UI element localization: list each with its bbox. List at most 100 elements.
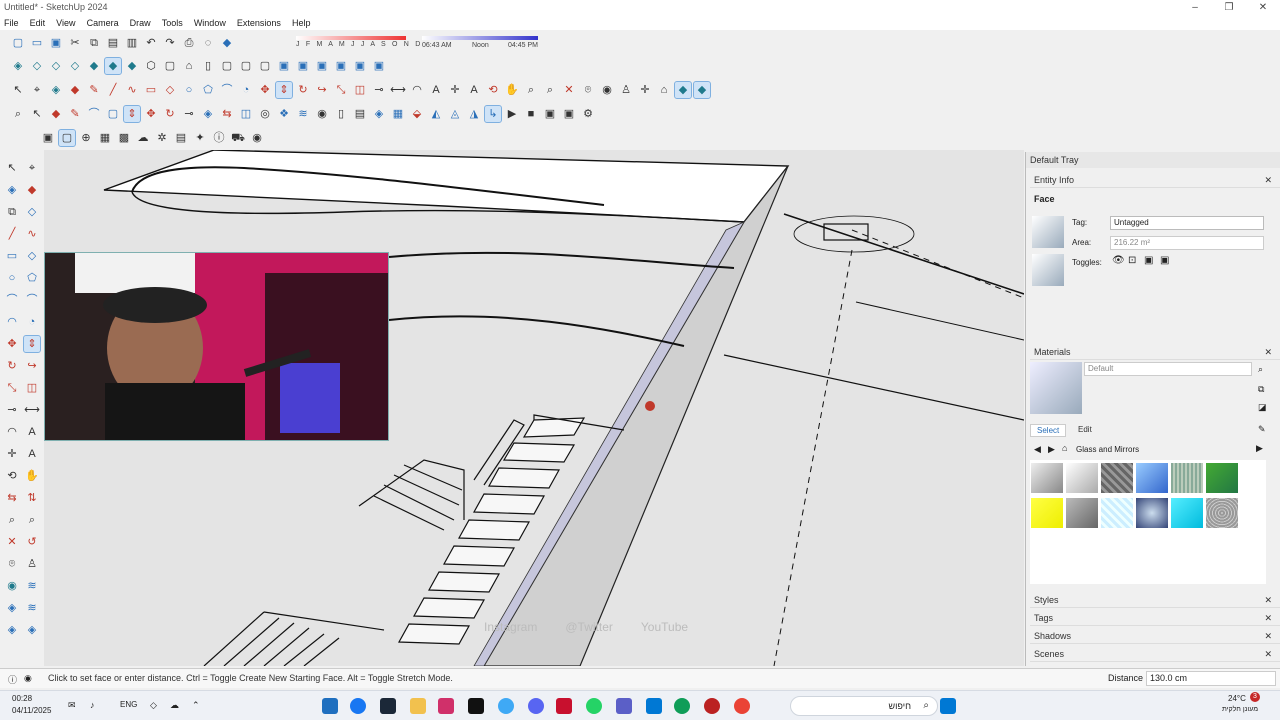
v-rotrect-icon[interactable]: ◇ [24, 248, 40, 264]
back-nav-icon[interactable]: ◀ [1034, 444, 1041, 455]
info-icon[interactable]: ⓘ [211, 130, 227, 146]
material-swatch[interactable] [1171, 463, 1203, 493]
v-dim-icon[interactable]: ⟷ [24, 402, 40, 418]
close-icon[interactable]: ✕ [1264, 344, 1272, 360]
pie-icon[interactable]: ◔ [238, 82, 254, 98]
help-icon[interactable]: ◉ [24, 673, 32, 684]
v-flip-icon[interactable]: ⇆ [4, 490, 20, 506]
select-tool-icon[interactable]: ↖ [29, 106, 45, 122]
component-box-icon[interactable]: ▣ [40, 130, 56, 146]
scale-icon[interactable]: ⤡ [333, 82, 349, 98]
protractor-icon[interactable]: ◠ [409, 82, 425, 98]
monochrome-icon[interactable]: ◆ [124, 58, 140, 74]
v-polygon-icon[interactable]: ⬠ [24, 270, 40, 286]
position-camera-icon[interactable]: ⌾ [580, 82, 596, 98]
settings-gear-icon[interactable]: ⚙ [580, 106, 596, 122]
follow-me-icon[interactable]: ↪ [314, 82, 330, 98]
teams-icon[interactable] [616, 698, 632, 714]
rotated-rectangle-icon[interactable]: ◇ [162, 82, 178, 98]
v-lasso-icon[interactable]: ⌖ [24, 160, 40, 176]
tags-panel-header[interactable]: Tags ✕ [1030, 610, 1280, 626]
zoom-icon[interactable]: ⌕ [523, 82, 539, 98]
menu-tools[interactable]: Tools [158, 16, 187, 30]
v-orbit-icon[interactable]: ⟲ [4, 468, 20, 484]
pan-icon[interactable]: ✋ [504, 82, 520, 98]
chrome-icon[interactable] [734, 698, 750, 714]
v-arc2-icon[interactable]: ⌒ [24, 292, 40, 308]
material-sample-icon[interactable]: ⧉ [1258, 384, 1264, 395]
rotate-icon[interactable]: ↻ [295, 82, 311, 98]
copy-icon[interactable]: ⧉ [86, 35, 102, 51]
extension-warehouse-icon[interactable]: ◆ [674, 81, 692, 99]
top-view-icon[interactable]: ▢ [162, 58, 178, 74]
styles-icon[interactable]: ◉ [314, 106, 330, 122]
material-swatch[interactable] [1136, 498, 1168, 528]
profile-builder-icon[interactable]: ↳ [484, 105, 502, 123]
v-line-icon[interactable]: ╱ [4, 226, 20, 242]
home-icon[interactable]: ⌂ [1062, 443, 1067, 453]
menu-draw[interactable]: Draw [126, 16, 155, 30]
media-player-icon[interactable] [438, 698, 454, 714]
page-icon[interactable]: ▯ [333, 106, 349, 122]
scene-icon[interactable]: ▣ [542, 106, 558, 122]
visibility-toggle-icon[interactable]: 👁 [1112, 255, 1125, 266]
pencil-icon[interactable]: ✎ [67, 106, 83, 122]
language-indicator[interactable]: ENG [120, 700, 137, 709]
dimension-icon[interactable]: ⟷ [390, 82, 406, 98]
back-edges-icon[interactable]: ◇ [29, 58, 45, 74]
v-sandbox-icon[interactable]: ◈ [4, 600, 20, 616]
menu-window[interactable]: Window [190, 16, 230, 30]
select-icon[interactable]: ↖ [10, 82, 26, 98]
redo-icon[interactable]: ↷ [162, 35, 178, 51]
material-swatch[interactable] [1031, 498, 1063, 528]
menu-view[interactable]: View [52, 16, 79, 30]
push-pull-icon[interactable]: ⇕ [275, 81, 293, 99]
maximize-button[interactable]: ❐ [1212, 0, 1246, 16]
left-view-icon[interactable]: ▢ [238, 58, 254, 74]
sandbox-smoove-icon[interactable]: ◈ [371, 106, 387, 122]
tab-select[interactable]: Select [1030, 424, 1067, 437]
document-icon[interactable]: ▤ [352, 106, 368, 122]
forward-nav-icon[interactable]: ▶ [1048, 444, 1055, 455]
layers-icon[interactable]: ≋ [295, 106, 311, 122]
v-axes-icon[interactable]: ✛ [4, 446, 20, 462]
sandbox-grid-icon[interactable]: ▦ [390, 106, 406, 122]
erase-icon[interactable]: ▥ [124, 35, 140, 51]
add-icon[interactable]: ⊕ [78, 130, 94, 146]
eyedropper-icon[interactable]: ✎ [1258, 424, 1266, 435]
3d-text-icon[interactable]: A [466, 82, 482, 98]
layout-icon[interactable]: ◆ [693, 81, 711, 99]
section-cut-icon[interactable]: ▣ [295, 58, 311, 74]
app-icon[interactable] [704, 698, 720, 714]
display-section-icon[interactable]: ▣ [333, 58, 349, 74]
shadows-toggle-icon[interactable]: ◆ [219, 35, 235, 51]
play-icon[interactable]: ▶ [504, 106, 520, 122]
v-walk-icon[interactable]: ♙ [24, 556, 40, 572]
group-icon[interactable]: ▢ [58, 129, 76, 147]
sandbox-icon[interactable]: ◈ [200, 106, 216, 122]
section-plane-icon[interactable]: ▣ [276, 58, 292, 74]
back-view-icon[interactable]: ▢ [219, 58, 235, 74]
zoom-extents-icon[interactable]: ✕ [561, 82, 577, 98]
v-lookaround-icon[interactable]: ◉ [4, 578, 20, 594]
v-poscam-icon[interactable]: ⌾ [4, 556, 20, 572]
steam-icon[interactable] [380, 698, 396, 714]
weather-temp[interactable]: 24°C [1228, 694, 1246, 703]
grid-icon[interactable]: ▦ [97, 130, 113, 146]
sandbox-drape-icon[interactable]: ◭ [428, 106, 444, 122]
make-component-icon[interactable]: ◈ [48, 82, 64, 98]
file-explorer-icon[interactable] [410, 698, 426, 714]
menu-camera[interactable]: Camera [83, 16, 123, 30]
taskbar-search[interactable]: חיפוש ⌕ [790, 696, 938, 716]
right-view-icon[interactable]: ▯ [200, 58, 216, 74]
rotate-tool-icon[interactable]: ↻ [162, 106, 178, 122]
v-sandbox3-icon[interactable]: ◈ [4, 622, 20, 638]
wireframe-icon[interactable]: ◇ [48, 58, 64, 74]
orbit-icon[interactable]: ⟲ [485, 82, 501, 98]
section-cuts-icon[interactable]: ▣ [371, 58, 387, 74]
arc-icon[interactable]: ⌒ [219, 82, 235, 98]
v-eraser-icon[interactable]: ◆ [24, 182, 40, 198]
shadows-panel-header[interactable]: Shadows ✕ [1030, 628, 1280, 644]
v-pie-icon[interactable]: ◔ [24, 314, 40, 330]
iso-view-icon[interactable]: ⬡ [143, 58, 159, 74]
